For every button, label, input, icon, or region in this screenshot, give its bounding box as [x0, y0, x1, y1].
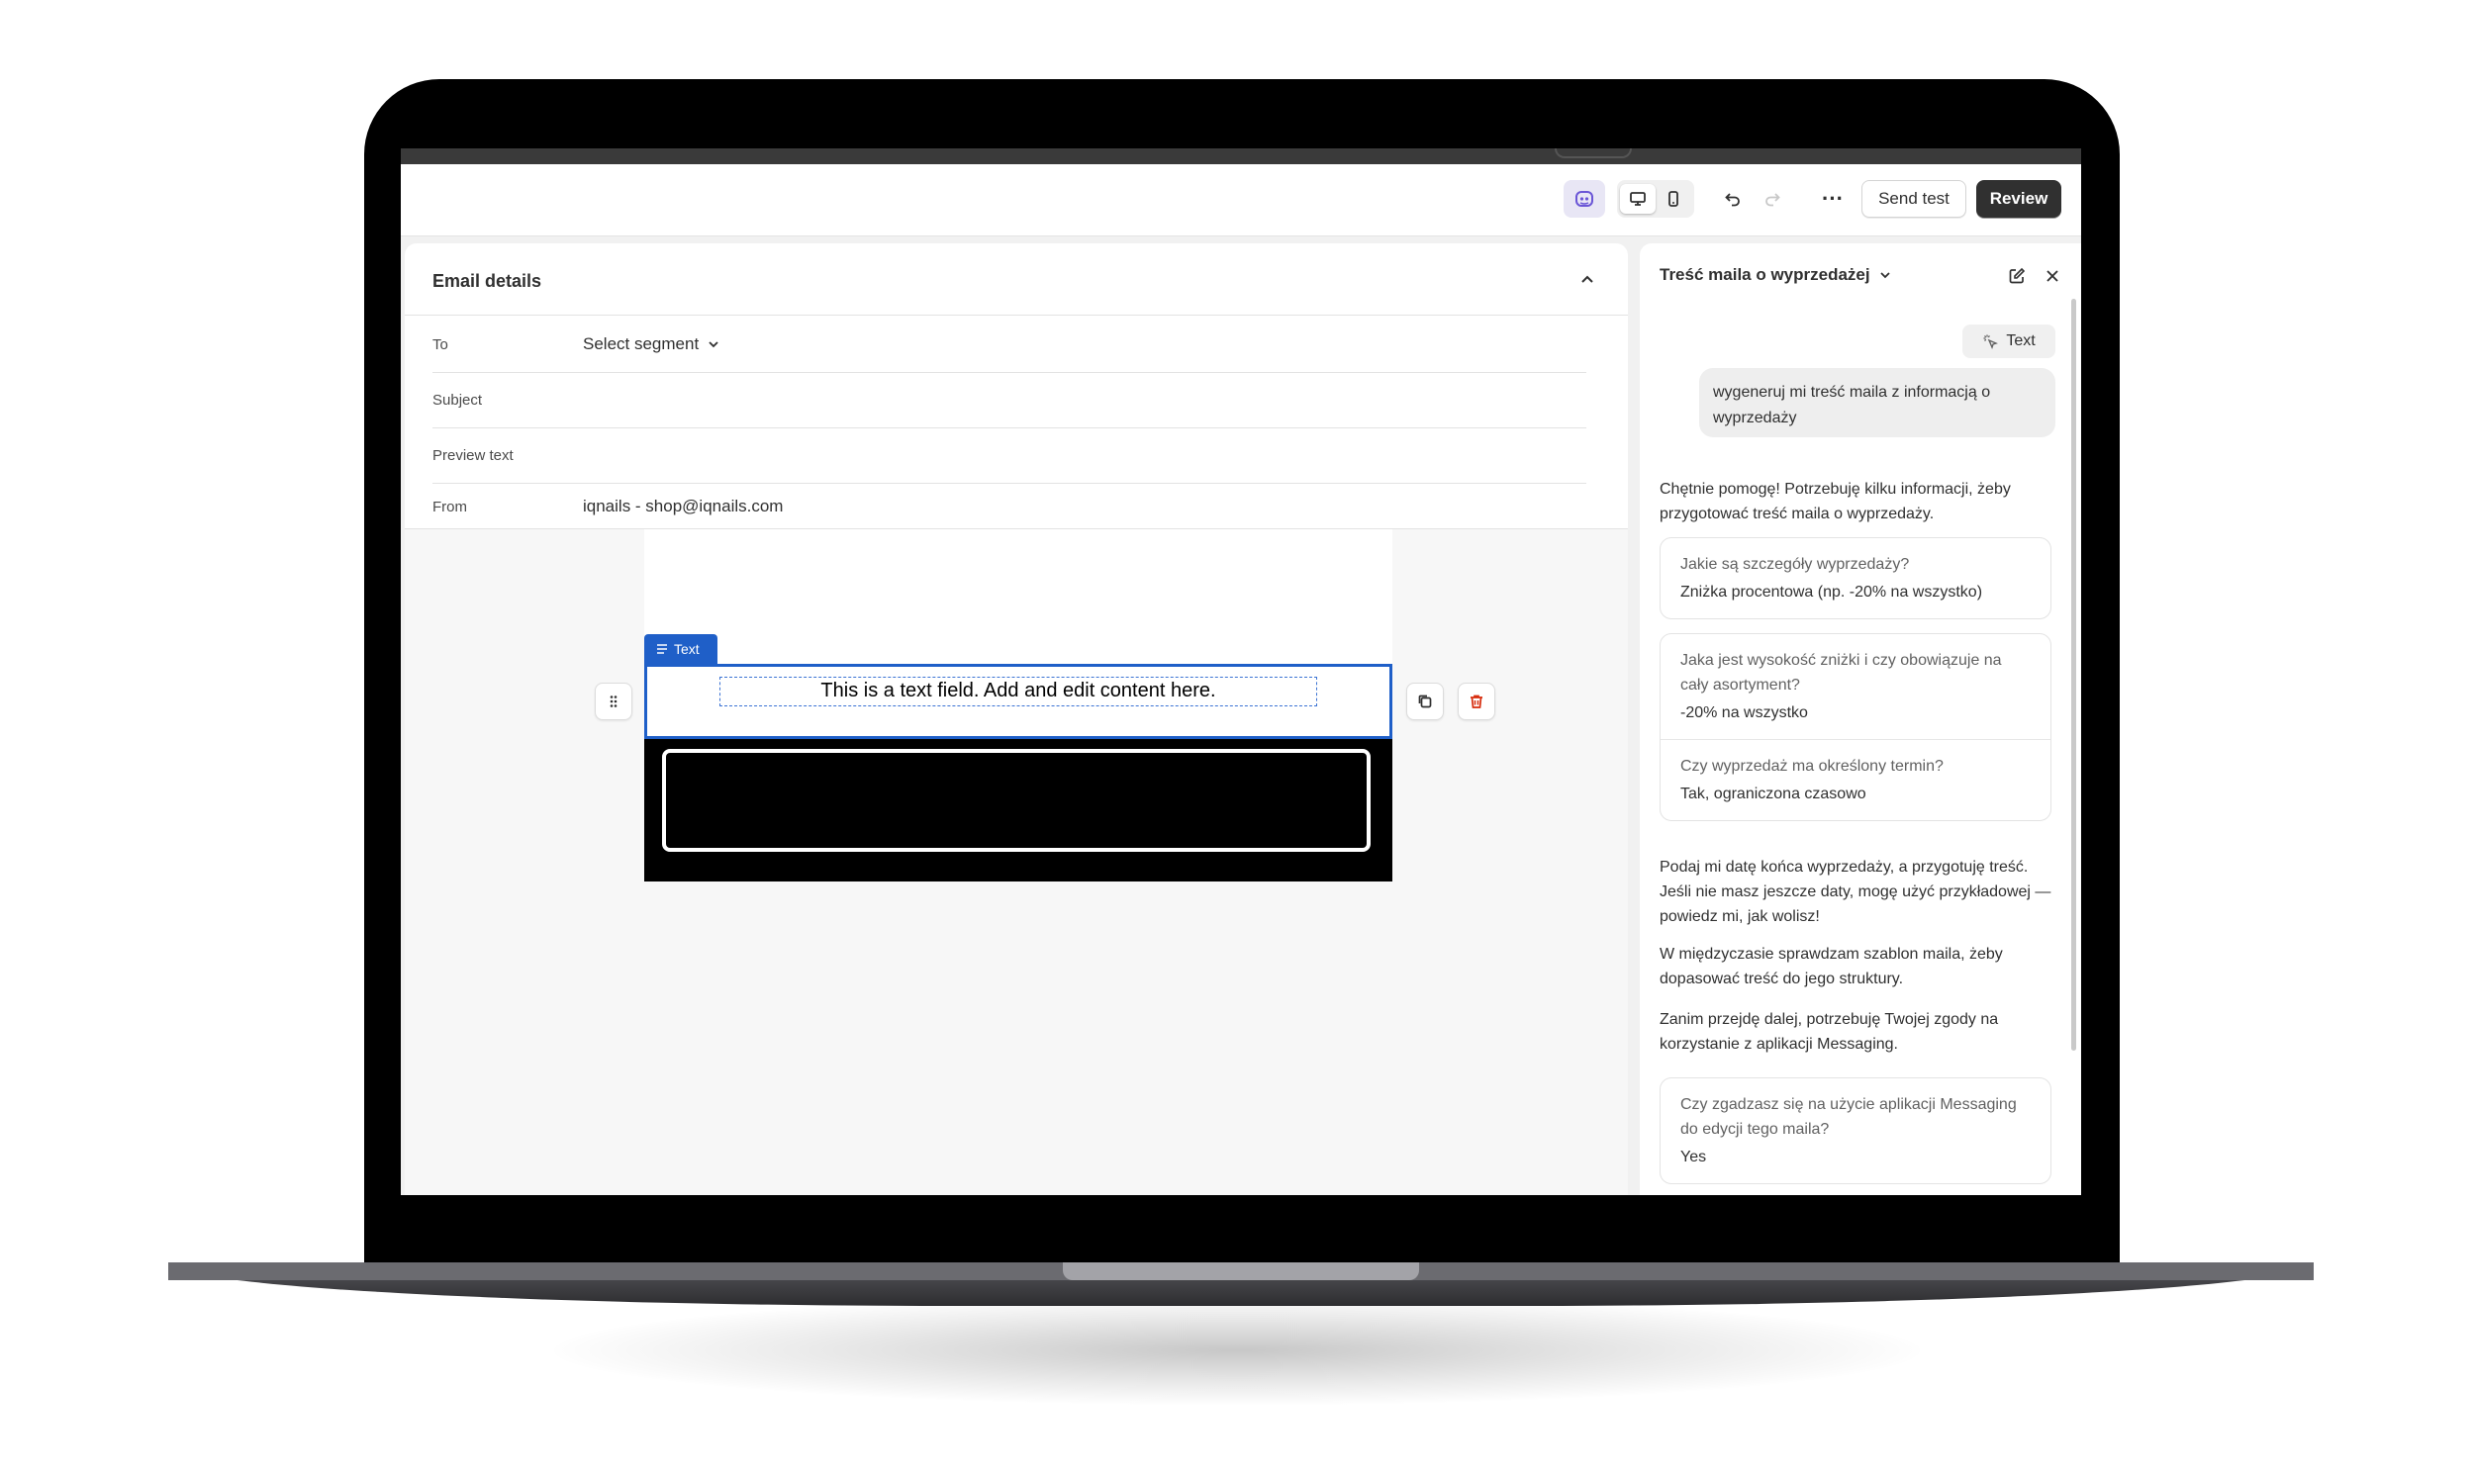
screen: ··· Send test Review Email details To Se… [401, 148, 2081, 1195]
qa-answer: Zniżka procentowa (np. -20% na wszystko) [1680, 584, 1983, 601]
qa-answer: Yes [1680, 1149, 1707, 1165]
qa-card: Czy zgadzasz się na użycie aplikacji Mes… [1660, 1077, 2051, 1184]
qa-item: Czy wyprzedaż ma określony termin? Tak, … [1661, 739, 2050, 820]
more-horizontal-icon: ··· [1822, 186, 1844, 211]
email-details-header[interactable]: Email details [405, 243, 1628, 316]
trash-icon [1468, 693, 1485, 710]
qa-card: Jaka jest wysokość zniżki i czy obowiązu… [1660, 633, 2051, 821]
more-actions-button[interactable]: ··· [1814, 180, 1852, 218]
duplicate-icon [1416, 693, 1434, 710]
chevron-up-icon [1574, 267, 1600, 293]
conversation-title-dropdown[interactable]: Treść maila o wyprzedażej [1660, 265, 1892, 285]
field-row-to: To Select segment [432, 317, 1586, 373]
conversation-title: Treść maila o wyprzedażej [1660, 265, 1870, 284]
drag-handle-icon [606, 694, 621, 709]
field-row-from[interactable]: From iqnails - shop@iqnails.com [432, 479, 1586, 534]
close-panel-button[interactable] [2040, 263, 2065, 289]
field-row-subject[interactable]: Subject [432, 372, 1586, 428]
editor-toolbar: ··· Send test Review [401, 164, 2081, 236]
context-chip-label: Text [2006, 332, 2036, 349]
image-block[interactable] [644, 739, 1392, 881]
selected-text-block[interactable]: This is a text field. Add and edit conte… [644, 664, 1392, 739]
assistant-message: W międzyczasie sprawdzam szablon maila, … [1660, 946, 2003, 987]
segment-select-label: Select segment [583, 334, 700, 353]
drag-handle[interactable] [595, 683, 632, 720]
undo-button[interactable] [1715, 180, 1751, 218]
undo-icon [1724, 190, 1742, 208]
text-block-icon [656, 643, 668, 655]
qa-answer: -20% na wszystko [1680, 704, 1808, 721]
email-details-title: Email details [432, 271, 542, 291]
compose-icon [2007, 266, 2027, 286]
qa-item: Jakie są szczegóły wyprzedaży? Zniżka pr… [1661, 538, 2050, 618]
text-field[interactable]: This is a text field. Add and edit conte… [719, 677, 1317, 706]
qa-question: Jaka jest wysokość zniżki i czy obowiązu… [1680, 652, 2002, 694]
mobile-view-button[interactable] [1656, 184, 1691, 214]
ai-assistant-panel: Treść maila o wyprzedażej Text wygeneruj… [1640, 243, 2081, 1195]
duplicate-button[interactable] [1406, 683, 1444, 720]
panel-scrollbar[interactable] [2071, 299, 2076, 1051]
block-type-label: Text [674, 641, 700, 657]
field-label: Subject [432, 392, 483, 409]
laptop-shadow [554, 1296, 1920, 1405]
chevron-down-icon [707, 337, 720, 351]
assistant-message: Chętnie pomogę! Potrzebuję kilku informa… [1660, 481, 2011, 522]
assistant-message: Zanim przejdę dalej, potrzebuję Twojej z… [1660, 1011, 1999, 1053]
desktop-view-button[interactable] [1620, 184, 1656, 214]
laptop-notch [1063, 1262, 1419, 1280]
chevron-down-icon [1878, 268, 1892, 282]
qa-answer: Tak, ograniczona czasowo [1680, 786, 1866, 802]
new-chat-button[interactable] [2004, 263, 2030, 289]
close-icon [2044, 267, 2061, 285]
review-button[interactable]: Review [1976, 180, 2061, 218]
desktop-icon [1629, 190, 1647, 208]
qa-card: Jakie są szczegóły wyprzedaży? Zniżka pr… [1660, 537, 2051, 619]
cursor-click-icon [1982, 333, 1999, 349]
mobile-icon [1665, 190, 1682, 208]
field-label: From [432, 499, 467, 515]
field-label: Preview text [432, 447, 514, 464]
qa-question: Czy zgadzasz się na użycie aplikacji Mes… [1680, 1096, 2017, 1138]
sparkle-face-icon [1573, 188, 1595, 210]
image-block-frame [662, 749, 1371, 852]
qa-question: Jakie są szczegóły wyprzedaży? [1680, 556, 1910, 573]
ai-assistant-button[interactable] [1564, 180, 1605, 218]
qa-item: Czy zgadzasz się na użycie aplikacji Mes… [1661, 1078, 2050, 1183]
qa-item: Jaka jest wysokość zniżki i czy obowiązu… [1661, 634, 2050, 739]
send-test-button[interactable]: Send test [1861, 180, 1966, 218]
collapse-button[interactable] [1574, 267, 1600, 293]
qa-question: Czy wyprzedaż ma określony termin? [1680, 758, 1944, 775]
browser-top-strip [401, 148, 2081, 164]
field-row-preview-text[interactable]: Preview text [432, 427, 1586, 484]
block-type-tag: Text [644, 634, 717, 664]
email-editor-panel: Email details To Select segment Subject … [405, 243, 1628, 1195]
email-canvas: Text This is a text field. Add and edit … [405, 528, 1628, 1195]
field-label: To [432, 336, 448, 353]
user-message: wygeneruj mi treść maila z informacją o … [1699, 368, 2055, 437]
redo-button[interactable] [1755, 180, 1790, 218]
assistant-message: Podaj mi datę końca wyprzedaży, a przygo… [1660, 859, 2051, 925]
from-value[interactable]: iqnails - shop@iqnails.com [583, 497, 783, 516]
view-toggle [1617, 180, 1694, 218]
segment-select[interactable]: Select segment [583, 334, 720, 354]
context-chip[interactable]: Text [1962, 325, 2055, 358]
delete-button[interactable] [1458, 683, 1495, 720]
redo-icon [1763, 190, 1781, 208]
